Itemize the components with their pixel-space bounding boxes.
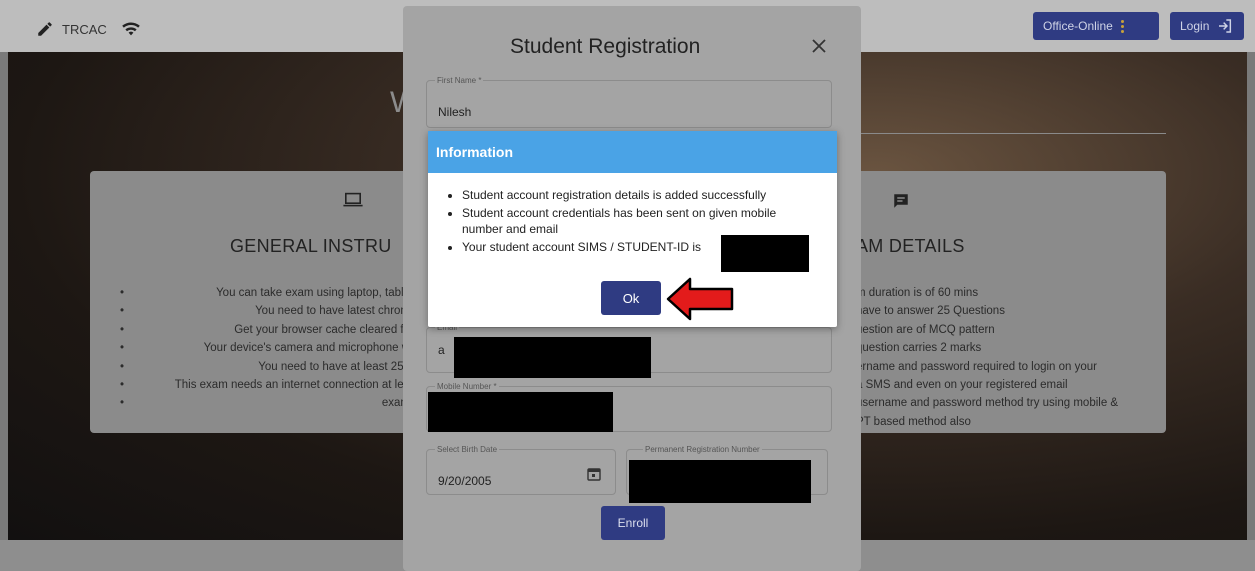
pencil-icon [38, 22, 52, 36]
chat-icon [894, 194, 908, 208]
login-button[interactable]: Login [1170, 12, 1244, 40]
information-dialog: Information Student account registration… [428, 131, 837, 327]
general-instructions-card: GENERAL INSTRU You can take exam using l… [90, 171, 410, 433]
email-field[interactable]: Email a [426, 323, 832, 378]
first-name-value: Nilesh [438, 105, 472, 119]
list-item: ername and password required to login on… [856, 360, 1098, 373]
brand-name: TRCAC [62, 21, 107, 37]
hero-divider [860, 133, 1166, 134]
list-item: m duration is of 60 mins [856, 287, 979, 299]
permanent-registration-field[interactable]: Permanent Registration Number [626, 445, 828, 503]
more-vert-icon [1120, 19, 1124, 33]
first-name-label: First Name * [435, 76, 484, 85]
exam-details-list: m duration is of 60 mins have to answer … [856, 284, 1156, 431]
brand[interactable]: TRCAC [36, 20, 141, 38]
list-item: Your device's camera and microphone w [120, 339, 410, 358]
mobile-number-field[interactable]: Mobile Number * [426, 382, 832, 432]
list-item: uestion are of MCQ pattern [856, 323, 995, 336]
birth-date-field[interactable]: Select Birth Date 9/20/2005 [426, 445, 616, 495]
exam-details-card: AM DETAILS m duration is of 60 mins have… [838, 171, 1166, 433]
list-item: username and password method try using m… [856, 397, 1119, 410]
laptop-icon [343, 192, 363, 207]
information-title: Information [428, 131, 837, 173]
list-item: have to answer 25 Questions [856, 305, 1005, 318]
list-item-continuation: exam [120, 394, 410, 413]
list-item: Get your browser cache cleared fo [120, 321, 410, 340]
list-item: PT based method also [856, 415, 971, 428]
list-item: Student account credentials has been sen… [462, 205, 812, 237]
general-instructions-list: You can take exam using laptop, table Yo… [120, 284, 410, 413]
wifi-icon [121, 22, 140, 36]
list-item: Student account registration details is … [462, 187, 812, 203]
list-item: You can take exam using laptop, table [120, 284, 410, 303]
redacted-mobile [428, 392, 613, 432]
redacted-student-id [721, 235, 809, 272]
redacted-registration-number [629, 460, 811, 503]
first-name-field[interactable]: First Name * Nilesh [426, 76, 832, 128]
login-label: Login [1180, 19, 1210, 33]
ok-button[interactable]: Ok [601, 281, 661, 315]
list-item: You need to have at least 256 [120, 358, 410, 377]
exam-details-heading: AM DETAILS [856, 236, 965, 256]
list-item: You need to have latest chrom [120, 302, 410, 321]
enroll-button[interactable]: Enroll [601, 506, 665, 540]
permanent-registration-label: Permanent Registration Number [643, 445, 762, 454]
mobile-number-label: Mobile Number * [435, 382, 499, 391]
office-online-button[interactable]: Office-Online [1033, 12, 1159, 40]
birth-date-value: 9/20/2005 [438, 474, 492, 488]
list-item: question carries 2 marks [856, 342, 982, 355]
calendar-icon[interactable] [587, 467, 601, 481]
birth-date-label: Select Birth Date [435, 445, 500, 454]
login-icon [1219, 19, 1232, 33]
registration-title: Student Registration [510, 35, 701, 58]
list-item: This exam needs an internet connection a… [120, 376, 410, 395]
email-value: a [438, 343, 445, 357]
redacted-email [454, 337, 651, 378]
office-online-label: Office-Online [1043, 19, 1113, 33]
list-item: a SMS and even on your registered email [856, 379, 1068, 392]
red-arrow-annotation-icon [666, 277, 734, 321]
general-instructions-heading: GENERAL INSTRU [230, 236, 392, 256]
close-icon[interactable] [811, 38, 827, 54]
